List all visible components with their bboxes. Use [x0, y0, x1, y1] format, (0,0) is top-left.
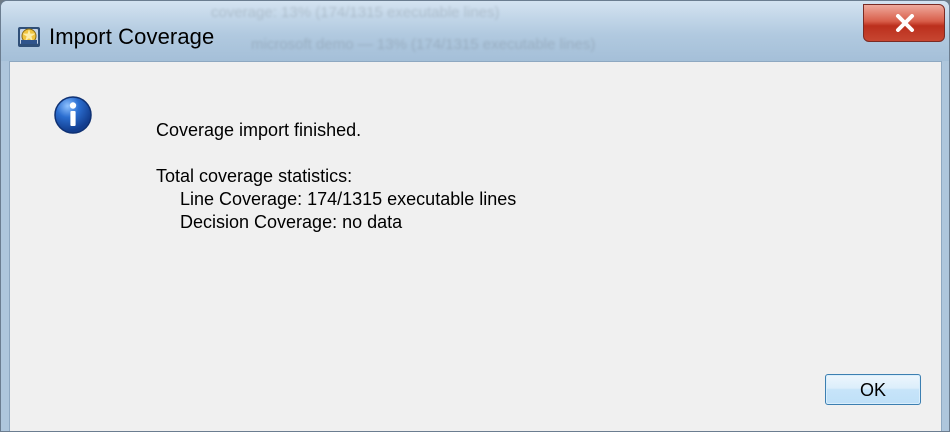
application-icon	[18, 27, 40, 47]
title-bar[interactable]: coverage: 13% (174/1315 executable lines…	[1, 1, 949, 61]
info-icon	[54, 96, 92, 134]
close-icon	[896, 14, 914, 32]
background-window-text: microsoft demo — 13% (174/1315 executabl…	[251, 36, 596, 53]
dialog-content: Coverage import finished. Total coverage…	[9, 61, 942, 431]
close-button[interactable]	[863, 4, 945, 42]
window-title: Import Coverage	[49, 24, 215, 49]
background-window-text: coverage: 13% (174/1315 executable lines…	[211, 4, 500, 21]
decision-coverage-text: Decision Coverage: no data	[180, 212, 403, 232]
import-coverage-dialog: coverage: 13% (174/1315 executable lines…	[0, 0, 950, 432]
stats-heading: Total coverage statistics:	[156, 166, 353, 186]
line-coverage-text: Line Coverage: 174/1315 executable lines	[180, 189, 517, 209]
coverage-statistics: Total coverage statistics: Line Coverage…	[156, 165, 516, 234]
status-message: Coverage import finished.	[156, 120, 362, 140]
ok-button[interactable]: OK	[825, 374, 921, 405]
